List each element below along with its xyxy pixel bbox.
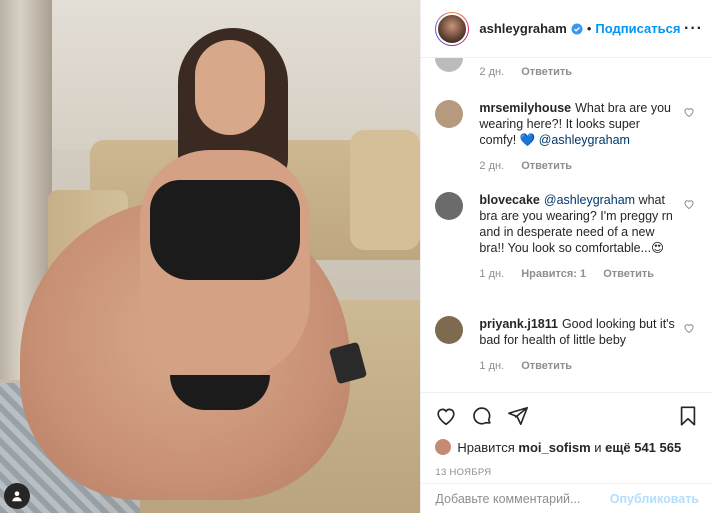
commenter-avatar[interactable] [435, 100, 464, 128]
heart-icon[interactable] [435, 405, 457, 427]
commenter-avatar[interactable] [435, 192, 464, 220]
post-photo[interactable] [0, 0, 421, 513]
comment-meta: 2 дн. Ответить [479, 66, 586, 78]
comment-meta: 1 дн. Нравится: 1 Ответить [479, 266, 679, 282]
likes-count[interactable]: ещё 541 565 [605, 440, 681, 455]
list-item: mrsemilyhouse What bra are you wearing he… [435, 100, 699, 174]
more-options-button[interactable]: ··· [684, 20, 703, 38]
comment-body: mrsemilyhouse What bra are you wearing he… [479, 100, 679, 174]
list-item: 2 дн. Ответить [435, 66, 699, 78]
comment-username[interactable]: priyank.j1811 [479, 317, 558, 331]
follow-button[interactable]: Подписаться [595, 21, 680, 36]
reply-button[interactable]: Ответить [603, 268, 654, 280]
comment-time: 1 дн. [479, 268, 505, 280]
comment-username[interactable]: mrsemilyhouse [479, 101, 571, 115]
list-item: priyank.j1811 Good looking but it's bad f… [435, 316, 699, 374]
list-item: blovecake @ashleygraham what bra are you … [435, 192, 699, 282]
likes-summary: Нравится moi_sofism и ещё 541 565 [435, 439, 699, 455]
comment-mention[interactable]: @ashleygraham [544, 193, 635, 207]
comment-time: 2 дн. [479, 66, 505, 78]
comment-input[interactable]: Добавьте комментарий... [435, 492, 580, 506]
action-icons [435, 403, 699, 429]
photo-head [195, 40, 265, 135]
comment-like-icon[interactable] [683, 106, 695, 118]
comment-time: 1 дн. [479, 360, 505, 372]
comment-time: 2 дн. [479, 160, 505, 172]
comment-body: priyank.j1811 Good looking but it's bad f… [479, 316, 679, 374]
comment-username[interactable]: blovecake [479, 193, 539, 207]
post-header: ashleygraham • Подписаться ··· [421, 0, 713, 58]
commenter-avatar[interactable] [435, 316, 464, 344]
comment-like-icon[interactable] [683, 198, 695, 210]
likes-user[interactable]: moi_sofism [518, 440, 590, 455]
photo-bra [150, 180, 300, 280]
post-date[interactable]: 13 НОЯБРЯ [435, 467, 699, 478]
likes-conj: и [594, 439, 602, 455]
comment-likes[interactable]: Нравится: 1 [521, 268, 586, 280]
comment-meta: 1 дн. Ответить [479, 358, 679, 374]
profile-avatar[interactable] [435, 11, 470, 46]
header-separator: • [586, 21, 592, 36]
comment-mention[interactable]: @ashleygraham [539, 133, 630, 147]
reply-button[interactable]: Ответить [521, 66, 572, 78]
photo-pillow [350, 130, 421, 250]
comments-list[interactable]: 2 дн. Ответить mrsemilyhouse What bra are… [421, 58, 713, 392]
likes-prefix: Нравится [457, 439, 515, 455]
reply-button[interactable]: Ответить [521, 160, 572, 172]
reply-button[interactable]: Ответить [521, 360, 572, 372]
post-comment-button[interactable]: Опубликовать [610, 492, 699, 506]
add-comment-bar: Добавьте комментарий... Опубликовать [421, 483, 713, 513]
bookmark-icon[interactable] [677, 405, 699, 427]
share-icon[interactable] [507, 405, 529, 427]
post-panel: ashleygraham • Подписаться ··· 2 дн. Отв… [420, 0, 713, 513]
comment-meta: 2 дн. Ответить [479, 158, 679, 174]
comment-icon[interactable] [471, 405, 493, 427]
verified-badge-icon [571, 23, 583, 34]
liker-avatar[interactable] [435, 439, 452, 455]
comment-body: blovecake @ashleygraham what bra are you … [479, 192, 679, 282]
user-tag-icon[interactable] [4, 483, 30, 509]
comment-like-icon[interactable] [683, 322, 695, 334]
post-actions: Нравится moi_sofism и ещё 541 565 13 НОЯ… [421, 392, 713, 478]
header-username[interactable]: ashleygraham [479, 21, 566, 36]
